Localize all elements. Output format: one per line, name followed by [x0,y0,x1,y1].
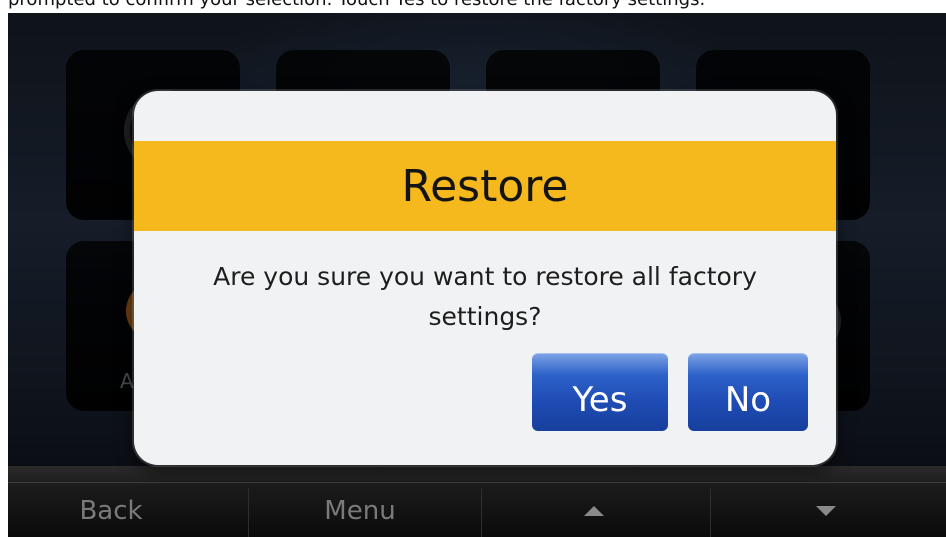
device-screen: Ab Lo Back Menu Restore Are you sure you… [8,13,946,537]
dialog-message: Are you sure you want to restore all fac… [213,262,757,331]
no-button[interactable]: No [688,353,808,431]
no-label: No [724,380,772,420]
scroll-down-button[interactable] [711,484,946,537]
divider [8,482,946,483]
back-button[interactable]: Back [8,484,248,537]
yes-label: Yes [572,380,628,420]
triangle-up-icon [583,505,604,516]
restore-dialog: Restore Are you sure you want to restore… [134,91,836,465]
instruction-caption: prompted to confirm your selection. Touc… [0,0,946,12]
yes-button[interactable]: Yes [532,353,668,431]
bottom-nav-bar: Back Menu [8,466,946,537]
dialog-header: Restore [134,141,836,231]
menu-label: Menu [324,495,396,526]
dialog-title: Restore [401,160,569,212]
menu-button[interactable]: Menu [249,484,481,537]
scroll-up-button[interactable] [482,484,710,537]
back-label: Back [79,495,143,526]
triangle-down-icon [816,505,836,516]
